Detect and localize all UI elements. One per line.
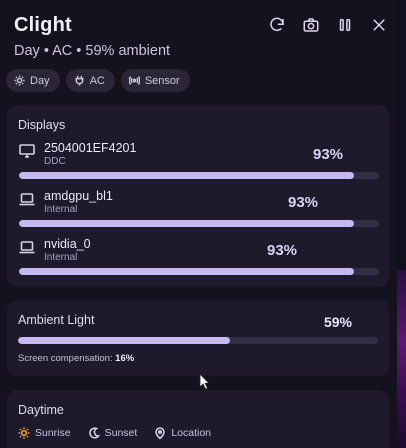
display-type: Internal xyxy=(44,204,78,215)
daytime-items: Sunrise Sunset Location xyxy=(18,427,211,439)
daytime-item-location: Location xyxy=(154,427,211,439)
sun-icon xyxy=(14,75,25,86)
brightness-slider[interactable] xyxy=(19,220,379,227)
display-brightness: 93% xyxy=(313,146,344,163)
ambient-level-bar xyxy=(18,337,378,344)
location-label: Location xyxy=(171,427,212,439)
display-brightness: 93% xyxy=(288,194,319,211)
refresh-button[interactable] xyxy=(267,15,287,35)
displays-title: Displays xyxy=(18,118,66,132)
pause-button[interactable] xyxy=(335,15,355,35)
compensation-label: Screen compensation: xyxy=(18,353,113,364)
laptop-icon xyxy=(19,192,35,206)
ambient-level-fill xyxy=(18,337,231,344)
sunset-label: Sunset xyxy=(104,427,138,439)
display-name: amdgpu_bl1 xyxy=(44,189,113,203)
display-type: DDC xyxy=(44,156,66,167)
daytime-item-sunrise: Sunrise xyxy=(18,427,71,439)
capture-button[interactable] xyxy=(301,15,321,35)
display-brightness: 93% xyxy=(267,242,298,259)
daytime-title: Daytime xyxy=(18,403,64,417)
display-type: Internal xyxy=(44,252,78,263)
sunrise-icon xyxy=(18,427,30,439)
pause-icon xyxy=(339,19,351,31)
status-chips: Day AC Sensor xyxy=(6,69,190,92)
screen-compensation: Screen compensation: 16% xyxy=(18,353,134,364)
ambient-title: Ambient Light xyxy=(18,313,95,327)
chip-day[interactable]: Day xyxy=(6,69,60,92)
refresh-icon xyxy=(270,17,284,32)
display-row[interactable]: 2504001EF4201 DDC 93% xyxy=(19,141,379,185)
laptop-icon xyxy=(19,240,35,254)
moon-icon xyxy=(88,427,100,439)
monitor-icon xyxy=(19,144,35,158)
daytime-card: Daytime Sunrise Sunset Location xyxy=(7,390,389,448)
brightness-fill xyxy=(19,172,354,179)
ambient-card: Ambient Light 59% Screen compensation: 1… xyxy=(7,300,389,376)
ambient-percent: 59% xyxy=(323,314,352,330)
display-name: 2504001EF4201 xyxy=(44,141,137,155)
sensor-icon xyxy=(128,76,140,85)
brightness-slider[interactable] xyxy=(19,172,379,179)
header: Clight xyxy=(14,10,389,40)
display-row[interactable]: nvidia_0 Internal 93% xyxy=(19,237,379,281)
compensation-value: 16% xyxy=(115,353,135,364)
close-button[interactable] xyxy=(369,15,389,35)
header-actions xyxy=(267,15,389,35)
camera-icon xyxy=(303,18,319,32)
display-name: nvidia_0 xyxy=(44,237,91,251)
chip-sensor-label: Sensor xyxy=(144,74,180,87)
sunrise-label: Sunrise xyxy=(35,427,71,439)
close-icon xyxy=(373,19,385,31)
chip-day-label: Day xyxy=(30,74,50,87)
mouse-cursor-icon xyxy=(199,373,210,390)
displays-card: Displays 2504001EF4201 DDC 93% amdgpu_bl… xyxy=(7,105,389,287)
app-title: Clight xyxy=(14,13,72,36)
brightness-fill xyxy=(19,220,354,227)
location-icon xyxy=(155,427,166,439)
plug-icon xyxy=(75,75,84,86)
brightness-fill xyxy=(19,268,354,275)
display-row[interactable]: amdgpu_bl1 Internal 93% xyxy=(19,189,379,233)
chip-ac-label: AC xyxy=(89,74,105,87)
daytime-item-sunset: Sunset xyxy=(88,427,138,439)
chip-sensor[interactable]: Sensor xyxy=(120,69,190,92)
brightness-slider[interactable] xyxy=(19,268,379,275)
chip-ac[interactable]: AC xyxy=(65,69,115,92)
clight-panel: Clight Day • AC • 59% ambient Day AC Sen… xyxy=(0,0,397,448)
status-subtitle: Day • AC • 59% ambient xyxy=(14,43,171,59)
